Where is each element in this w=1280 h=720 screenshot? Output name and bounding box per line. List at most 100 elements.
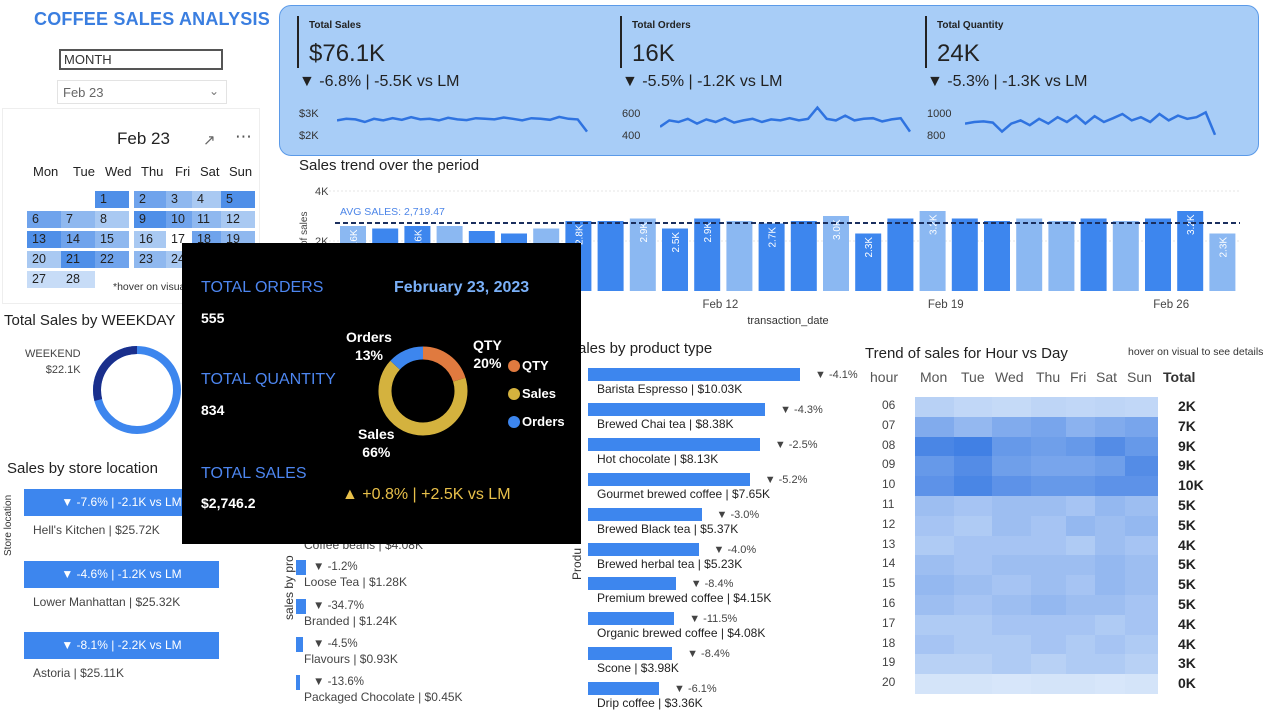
heatmap-cell[interactable]	[1125, 397, 1158, 417]
heatmap-cell[interactable]	[1031, 614, 1066, 635]
trend-bar[interactable]	[951, 218, 978, 292]
heatmap-cell[interactable]	[992, 634, 1031, 655]
trend-bar[interactable]	[726, 221, 753, 291]
weekend-slice[interactable]	[93, 346, 138, 401]
heatmap-cell[interactable]	[992, 654, 1031, 675]
heatmap-cell[interactable]	[1031, 535, 1066, 556]
calendar-day[interactable]: 28	[61, 271, 95, 288]
calendar-day[interactable]: 13	[27, 231, 61, 248]
calendar-day[interactable]: 20	[27, 251, 61, 268]
heatmap-cell[interactable]	[915, 654, 954, 675]
heatmap-cell[interactable]	[1125, 555, 1158, 576]
heatmap-cell[interactable]	[1066, 555, 1095, 576]
heatmap-cell[interactable]	[992, 416, 1031, 437]
heatmap-cell[interactable]	[915, 555, 954, 576]
heatmap-cell[interactable]	[915, 614, 954, 635]
heatmap-cell[interactable]	[1095, 476, 1125, 496]
heatmap-cell[interactable]	[1125, 575, 1158, 595]
heatmap-cell[interactable]	[1095, 456, 1125, 477]
product-type-bar[interactable]	[588, 507, 702, 521]
calendar-day[interactable]: 6	[27, 211, 61, 228]
heatmap-cell[interactable]	[1095, 634, 1125, 655]
trend-bar[interactable]	[1016, 218, 1043, 292]
product-type-bar[interactable]	[588, 368, 800, 381]
trend-bar[interactable]	[887, 218, 914, 292]
heatmap-cell[interactable]	[1066, 476, 1095, 496]
chevron-down-icon[interactable]: ⌄	[209, 84, 219, 98]
heatmap-cell[interactable]	[1066, 456, 1095, 477]
heatmap-cell[interactable]	[1125, 634, 1158, 655]
heatmap-cell[interactable]	[1125, 476, 1158, 496]
heatmap-cell[interactable]	[992, 496, 1031, 516]
heatmap-cell[interactable]	[1066, 496, 1095, 516]
product-type-bar[interactable]	[588, 472, 750, 486]
heatmap-cell[interactable]	[1095, 515, 1125, 536]
heatmap-cell[interactable]	[1066, 535, 1095, 556]
heatmap-cell[interactable]	[954, 575, 992, 595]
expand-icon[interactable]: ↗	[203, 131, 216, 149]
product-type-bar[interactable]	[588, 682, 660, 696]
heatmap-cell[interactable]	[1125, 674, 1158, 694]
heatmap-cell[interactable]	[915, 436, 954, 457]
heatmap-cell[interactable]	[1031, 555, 1066, 576]
heatmap-cell[interactable]	[954, 555, 992, 576]
trend-bar[interactable]	[1048, 221, 1075, 291]
kpi-sparkline[interactable]	[965, 102, 1220, 142]
heatmap-cell[interactable]	[992, 575, 1031, 595]
heatmap-cell[interactable]	[1066, 614, 1095, 635]
heatmap-cell[interactable]	[915, 634, 954, 655]
trend-bar[interactable]	[1080, 218, 1107, 292]
heatmap-cell[interactable]	[954, 674, 992, 694]
kpi-card[interactable]: Total Sales $76.1K ▼ -6.8% | -5.5K vs LM $3…	[297, 6, 597, 157]
heatmap-cell[interactable]	[915, 397, 954, 417]
kpi-sparkline[interactable]	[660, 102, 915, 142]
heatmap-cell[interactable]	[954, 634, 992, 655]
category-bar[interactable]	[296, 637, 304, 652]
heatmap-cell[interactable]	[1125, 436, 1158, 457]
product-type-bar[interactable]	[588, 612, 675, 626]
heatmap-cell[interactable]	[1066, 634, 1095, 655]
heatmap-cell[interactable]	[954, 614, 992, 635]
calendar-day[interactable]: 23	[134, 251, 168, 268]
heatmap-cell[interactable]	[1095, 496, 1125, 516]
calendar-day[interactable]: 1	[95, 191, 129, 208]
weekday-donut[interactable]	[90, 343, 184, 437]
heatmap-cell[interactable]	[1031, 436, 1066, 457]
heatmap-cell[interactable]	[1066, 416, 1095, 437]
category-bar[interactable]	[296, 560, 306, 575]
calendar-day[interactable]: 21	[61, 251, 95, 268]
heatmap-cell[interactable]	[1066, 515, 1095, 536]
heatmap-cell[interactable]	[1095, 654, 1125, 675]
month-dropdown[interactable]: Feb 23 ⌄	[57, 80, 227, 104]
heatmap-cell[interactable]	[1031, 595, 1066, 615]
heatmap-cell[interactable]	[954, 535, 992, 556]
heatmap-cell[interactable]	[1031, 674, 1066, 694]
heatmap-cell[interactable]	[915, 496, 954, 516]
calendar-day[interactable]: 22	[95, 251, 129, 268]
trend-bar[interactable]	[790, 221, 817, 291]
category-bar[interactable]	[296, 675, 300, 690]
kpi-card[interactable]: Total Orders 16K ▼ -5.5% | -1.2K vs LM 600 4…	[620, 6, 920, 157]
heatmap-cell[interactable]	[1125, 496, 1158, 516]
heatmap-cell[interactable]	[915, 535, 954, 556]
trend-bar[interactable]	[597, 221, 624, 291]
heatmap-cell[interactable]	[915, 575, 954, 595]
heatmap-cell[interactable]	[954, 595, 992, 615]
heatmap-cell[interactable]	[954, 397, 992, 417]
calendar-day[interactable]: 8	[95, 211, 129, 228]
heatmap-cell[interactable]	[992, 595, 1031, 615]
heatmap-cell[interactable]	[1125, 654, 1158, 675]
product-type-bar[interactable]	[588, 577, 676, 591]
heatmap-cell[interactable]	[1066, 575, 1095, 595]
heatmap-cell[interactable]	[1031, 575, 1066, 595]
heatmap-cell[interactable]	[1031, 515, 1066, 536]
heatmap-cell[interactable]	[1066, 595, 1095, 615]
heatmap-cell[interactable]	[1125, 515, 1158, 536]
heatmap-cell[interactable]	[992, 674, 1031, 694]
calendar-day[interactable]: 2	[134, 191, 168, 208]
heatmap-cell[interactable]	[992, 436, 1031, 457]
heatmap-cell[interactable]	[992, 397, 1031, 417]
heatmap-cell[interactable]	[1095, 575, 1125, 595]
heatmap-cell[interactable]	[992, 614, 1031, 635]
trend-bar[interactable]	[1145, 218, 1171, 292]
